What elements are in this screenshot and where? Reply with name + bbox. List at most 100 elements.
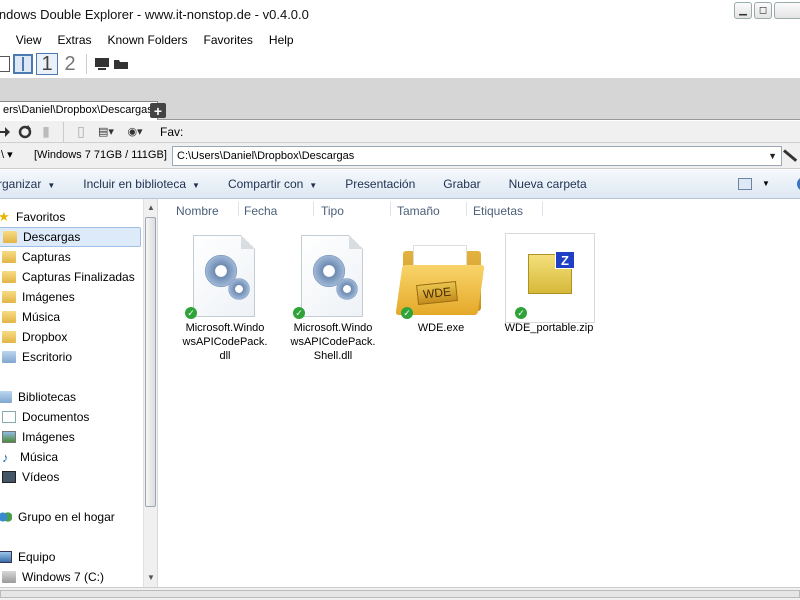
go-wand-icon[interactable] <box>783 149 798 162</box>
nav-homegroup[interactable]: Grupo en el hogar <box>0 507 115 527</box>
computer-icon <box>0 551 12 563</box>
column-divider[interactable] <box>238 202 239 216</box>
bottom-bar <box>0 587 800 600</box>
menu-favorites[interactable]: Favorites <box>196 33 261 47</box>
single-pane-2-button[interactable]: 2 <box>61 53 79 75</box>
column-type[interactable]: Tipo <box>321 204 344 218</box>
vertical-split-icon[interactable] <box>13 54 33 74</box>
menu-file[interactable]: e <box>0 33 8 47</box>
tab-bar: ers\Daniel\Dropbox\Descargas + <box>0 100 800 120</box>
column-date[interactable]: Fecha <box>244 204 277 218</box>
single-pane-1-button[interactable]: 1 <box>36 53 58 75</box>
column-divider[interactable] <box>313 202 314 216</box>
nav-item-dropbox[interactable]: Dropbox <box>2 327 67 347</box>
menu-bar: e View Extras Known Folders Favorites He… <box>0 30 800 50</box>
new-tab-button[interactable]: + <box>150 103 166 119</box>
nav-item-lib-musica[interactable]: ♪ Música <box>2 447 58 467</box>
column-divider[interactable] <box>542 202 543 216</box>
zip-icon: Z ✓ <box>505 233 595 323</box>
window-title: indows Double Explorer - www.it-nonstop.… <box>0 7 309 22</box>
path-text: C:\Users\Daniel\Dropbox\Descargas <box>177 150 355 162</box>
column-tags[interactable]: Etiquetas <box>473 204 523 218</box>
title-bar: indows Double Explorer - www.it-nonstop.… <box>0 0 800 30</box>
include-library-button[interactable]: Incluir en biblioteca ▼ <box>69 177 214 191</box>
music-note-icon: ♪ <box>2 449 9 465</box>
scroll-down-arrow-icon[interactable]: ▼ <box>147 573 155 582</box>
nav-computer[interactable]: Equipo <box>0 547 55 567</box>
column-size[interactable]: Tamaño <box>397 204 440 218</box>
path-dropdown-icon[interactable]: ▼ <box>768 151 777 161</box>
monitor-icon[interactable] <box>94 53 110 75</box>
navigation-pane: ★ Favoritos Descargas Capturas Capturas … <box>0 199 158 587</box>
folder-exe-icon: WDE ✓ <box>395 235 485 319</box>
window-controls: ▁ ◻ <box>734 2 800 19</box>
homegroup-icon <box>0 511 12 523</box>
change-view-icon[interactable] <box>738 178 752 190</box>
nav-item-documentos[interactable]: Documentos <box>2 407 89 427</box>
nav-item-capturas-finalizadas[interactable]: Capturas Finalizadas <box>2 267 135 287</box>
path-input[interactable]: C:\Users\Daniel\Dropbox\Descargas ▼ <box>172 146 782 166</box>
nav-item-imagenes[interactable]: Imágenes <box>2 287 75 307</box>
folder-icon <box>2 331 16 343</box>
sync-check-icon: ✓ <box>293 307 305 319</box>
video-icon <box>2 471 16 483</box>
pictures-icon <box>2 431 16 443</box>
file-item[interactable]: WDE ✓ WDE.exe <box>388 235 494 335</box>
refresh-icon[interactable] <box>17 124 33 140</box>
nav-item-escritorio[interactable]: Escritorio <box>2 347 72 367</box>
nav-pane-scrollbar[interactable]: ▲ ▼ <box>143 199 157 587</box>
nav-item-drive-c[interactable]: Windows 7 (C:) <box>2 567 104 587</box>
column-divider[interactable] <box>466 202 467 216</box>
column-divider[interactable] <box>390 202 391 216</box>
scroll-thumb[interactable] <box>145 217 156 507</box>
nav-item-lib-imagenes[interactable]: Imágenes <box>2 427 75 447</box>
horizontal-scrollbar[interactable] <box>0 590 800 598</box>
folder-icon <box>2 251 16 263</box>
preview-eye-icon[interactable]: ◉▾ <box>123 124 147 140</box>
delete-icon[interactable]: ▮ <box>38 123 54 140</box>
nav-item-musica[interactable]: Música <box>2 307 60 327</box>
library-icon <box>0 391 12 403</box>
command-bar: rganizar ▼ Incluir en biblioteca ▼ Compart… <box>0 170 800 199</box>
share-with-button[interactable]: Compartir con ▼ <box>214 177 331 191</box>
sync-check-icon: ✓ <box>515 307 527 319</box>
scroll-up-arrow-icon[interactable]: ▲ <box>147 203 155 212</box>
copy-icon[interactable]: ▯ <box>73 123 89 140</box>
folder-icon <box>2 291 16 303</box>
folder-icon <box>2 311 16 323</box>
organize-button[interactable]: rganizar ▼ <box>0 177 69 191</box>
horizontal-split-icon[interactable] <box>0 56 10 72</box>
maximize-button[interactable]: ◻ <box>754 2 772 19</box>
file-item[interactable]: ✓ Microsoft.Windo wsAPICodePack. Shell.d… <box>280 235 386 363</box>
menu-help[interactable]: Help <box>261 33 302 47</box>
slideshow-button[interactable]: Presentación <box>331 177 429 191</box>
close-button[interactable] <box>774 2 800 19</box>
column-name[interactable]: Nombre <box>176 204 219 218</box>
toolbar-separator <box>63 121 64 142</box>
nav-favorites[interactable]: ★ Favoritos <box>0 207 65 227</box>
file-item[interactable]: Z ✓ WDE_portable.zip <box>496 233 602 335</box>
minimize-button[interactable]: ▁ <box>734 2 752 19</box>
folder-icon <box>3 231 17 243</box>
desktop-icon <box>2 351 16 363</box>
toolbar-separator <box>86 54 87 74</box>
file-item[interactable]: ✓ Microsoft.Windo wsAPICodePack. dll <box>172 235 278 363</box>
address-bar: :\ ▾ [Windows 7 71GB / 111GB] C:\Users\D… <box>0 143 800 169</box>
burn-button[interactable]: Grabar <box>429 177 494 191</box>
forward-arrow-icon[interactable] <box>0 124 12 140</box>
drive-icon <box>2 571 16 583</box>
tab-descargas[interactable]: ers\Daniel\Dropbox\Descargas <box>0 101 158 120</box>
drive-selector[interactable]: :\ ▾ <box>0 148 13 161</box>
paste-menu-icon[interactable]: ▤▾ <box>94 124 118 140</box>
nav-libraries[interactable]: Bibliotecas <box>0 387 76 407</box>
nav-item-descargas[interactable]: Descargas <box>0 227 141 247</box>
menu-extras[interactable]: Extras <box>49 33 99 47</box>
view-options-caret[interactable]: ▼ <box>762 179 770 188</box>
nav-item-capturas[interactable]: Capturas <box>2 247 71 267</box>
folder-open-icon[interactable] <box>113 53 129 75</box>
dll-gear-icon: ✓ <box>181 235 269 319</box>
nav-item-videos[interactable]: Vídeos <box>2 467 59 487</box>
menu-known-folders[interactable]: Known Folders <box>100 33 196 47</box>
menu-view[interactable]: View <box>8 33 50 47</box>
new-folder-button[interactable]: Nueva carpeta <box>495 177 601 191</box>
